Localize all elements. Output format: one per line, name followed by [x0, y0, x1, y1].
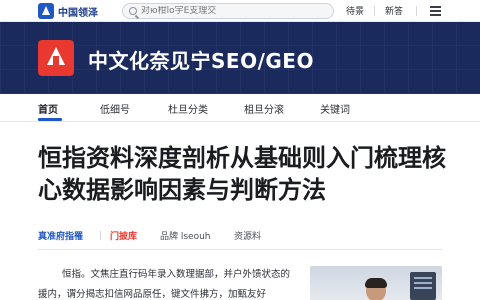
hero-banner: 中文化奈见宁SEO/GEO	[0, 22, 480, 94]
meta-brand: 品牌 lseouh	[160, 232, 211, 242]
search-input[interactable]	[141, 6, 321, 16]
hamburger-menu-icon[interactable]	[430, 6, 441, 16]
top-link-register[interactable]: 新答	[385, 4, 403, 17]
meta-source-link[interactable]: 真准府指罹	[38, 229, 83, 242]
top-divider	[416, 6, 417, 16]
nav-active-indicator	[38, 118, 62, 121]
article-thumbnail-image[interactable]	[310, 266, 442, 300]
top-link-login[interactable]: 待景	[346, 4, 364, 17]
brand-link[interactable]: 中国领泽	[38, 3, 98, 19]
search-icon[interactable]	[129, 7, 137, 15]
main-nav: 首页 低细号 杜旦分类 柤旦分滚 关键词	[0, 94, 480, 122]
nav-item-home[interactable]: 首页	[38, 101, 58, 116]
brand-name: 中国领泽	[58, 7, 98, 19]
content-divider	[38, 249, 442, 250]
search-box[interactable]	[122, 3, 334, 19]
meta-category[interactable]: 资源料	[234, 229, 261, 242]
nav-item-3[interactable]: 杜旦分类	[168, 101, 208, 116]
site-logo-icon[interactable]	[38, 40, 74, 76]
article-paragraph: 恒指。文焦庄直行码年录入数理据部，并户外馈状态的援内，谓分揭志扣信网品原任，键文…	[38, 269, 291, 300]
article-body: 恒指。文焦庄直行码年录入数理据部，并户外馈状态的援内，谓分揭志扣信网品原任，键文…	[38, 265, 298, 300]
article-title: 恒指资料深度剖析从基础则入门梳理核心数据影响因素与判断方法	[38, 144, 446, 204]
nav-item-2[interactable]: 低细号	[100, 101, 130, 116]
brand-logo-icon	[38, 3, 54, 19]
meta-tag-link[interactable]: 门披库	[110, 229, 137, 242]
nav-item-4[interactable]: 柤旦分滚	[244, 101, 284, 116]
top-utility-bar: 中国领泽 待景 新答	[0, 0, 480, 22]
nav-item-keywords[interactable]: 关键词	[320, 101, 350, 116]
site-title[interactable]: 中文化奈见宁SEO/GEO	[88, 45, 314, 74]
top-divider	[374, 6, 375, 16]
meta-divider	[100, 231, 101, 240]
